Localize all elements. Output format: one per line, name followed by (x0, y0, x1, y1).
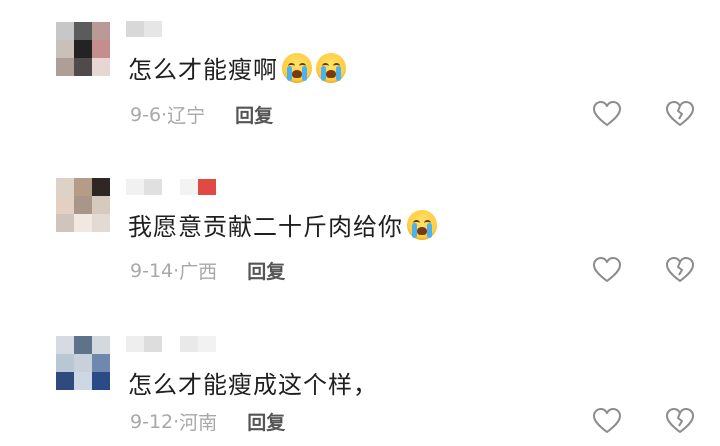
avatar[interactable] (56, 178, 110, 232)
username[interactable] (126, 336, 216, 352)
username-pixel (180, 179, 198, 195)
comment-text: 怎么才能瘦啊 (128, 50, 346, 85)
crying-face-emoji-icon (316, 52, 346, 83)
avatar-pixel (56, 372, 74, 390)
username-pixel (144, 21, 162, 37)
avatar[interactable] (56, 336, 110, 390)
avatar-pixel (92, 40, 110, 58)
avatar-pixel (56, 58, 74, 76)
comment-meta: 9-6 · 辽宁 回复 (130, 101, 273, 128)
broken-heart-outline-icon[interactable] (666, 408, 694, 434)
avatar-pixel (56, 22, 74, 40)
username-pixel (180, 336, 198, 352)
avatar-pixel (92, 336, 110, 354)
avatar-pixel (74, 214, 92, 232)
username-pixel (162, 336, 180, 352)
comment-date: 9-14 (130, 259, 174, 282)
broken-heart-outline-icon[interactable] (666, 101, 694, 127)
avatar-pixel (92, 372, 110, 390)
heart-outline-icon[interactable] (593, 257, 621, 283)
avatar-pixel (74, 196, 92, 214)
comment-date: 9-12 (130, 410, 174, 433)
broken-heart-outline-icon[interactable] (666, 257, 694, 283)
avatar-pixel (74, 336, 92, 354)
comment-location: 广西 (179, 261, 218, 283)
avatar-pixel (56, 40, 74, 58)
comment-date: 9-6 (130, 103, 162, 126)
avatar-pixel (92, 214, 110, 232)
reply-button[interactable]: 回复 (235, 101, 273, 128)
avatar-pixel (56, 196, 74, 214)
avatar[interactable] (56, 22, 110, 76)
username-pixel (144, 336, 162, 352)
username-pixel (198, 336, 216, 352)
username-pixel (162, 21, 180, 37)
reply-button[interactable]: 回复 (247, 257, 285, 284)
avatar-pixel (74, 22, 92, 40)
username-pixel (144, 179, 162, 195)
avatar-pixel (56, 354, 74, 372)
avatar-pixel (56, 178, 74, 196)
avatar-pixel (92, 178, 110, 196)
crying-face-emoji-icon (282, 52, 312, 83)
avatar-pixel (74, 354, 92, 372)
comment-body: 我愿意贡献二十斤肉给你 (128, 213, 403, 241)
username[interactable] (126, 21, 180, 37)
avatar-pixel (92, 22, 110, 40)
avatar-pixel (74, 372, 92, 390)
username-pixel (126, 179, 144, 195)
username-pixel (126, 21, 144, 37)
username-pixel (126, 336, 144, 352)
comment-location: 辽宁 (167, 105, 206, 127)
avatar-pixel (56, 214, 74, 232)
username-pixel (162, 179, 180, 195)
comment-body: 怎么才能瘦成这个样， (128, 371, 378, 399)
username-pixel (198, 179, 216, 195)
avatar-pixel (74, 178, 92, 196)
comment-location: 河南 (179, 412, 218, 434)
avatar-pixel (92, 354, 110, 372)
heart-outline-icon[interactable] (593, 101, 621, 127)
comment-body: 怎么才能瘦啊 (128, 56, 278, 84)
avatar-pixel (92, 58, 110, 76)
comment-list: 怎么才能瘦啊 9-6 · 辽宁 回复 我愿意贡献二十斤肉给你 9-14 · 广西 回复 怎么才能瘦成… (0, 0, 720, 446)
comment-meta: 9-12 · 河南 回复 (130, 408, 285, 435)
comment-meta: 9-14 · 广西 回复 (130, 257, 285, 284)
avatar-pixel (74, 58, 92, 76)
avatar-pixel (74, 40, 92, 58)
avatar-pixel (56, 336, 74, 354)
crying-face-emoji-icon (407, 209, 437, 240)
reply-button[interactable]: 回复 (247, 408, 285, 435)
comment-text: 我愿意贡献二十斤肉给你 (128, 207, 437, 242)
username[interactable] (126, 179, 216, 195)
avatar-pixel (92, 196, 110, 214)
heart-outline-icon[interactable] (593, 408, 621, 434)
comment-text: 怎么才能瘦成这个样， (128, 365, 378, 400)
